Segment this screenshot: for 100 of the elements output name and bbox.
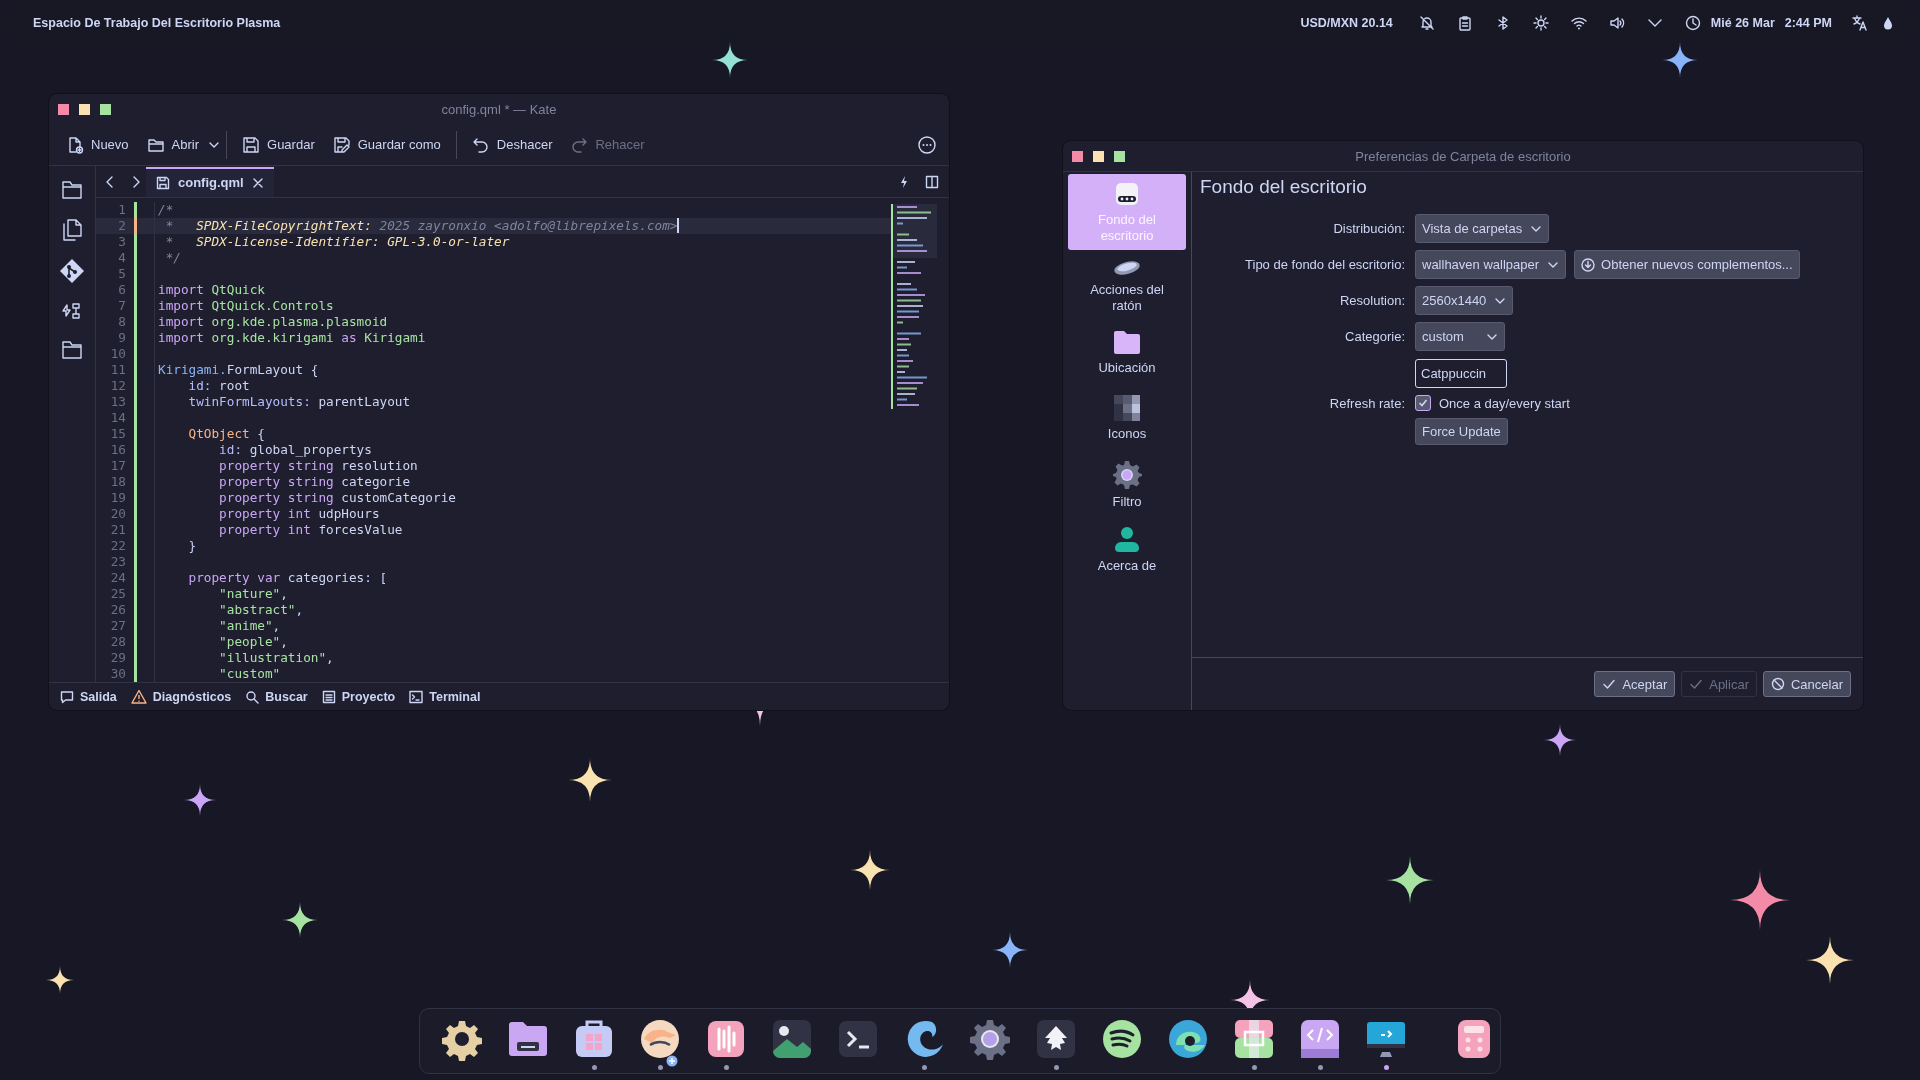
code-line: property int udpHours xyxy=(218,506,380,522)
brightness-icon[interactable] xyxy=(1532,14,1549,31)
text-field[interactable]: Catppuccin xyxy=(1415,359,1507,388)
checkbox-label: Once a day/every start xyxy=(1439,395,1570,411)
dropdown[interactable]: Vista de carpetas xyxy=(1415,214,1550,243)
translate-icon[interactable] xyxy=(1852,14,1868,31)
code-line: * SPDX-License-Identifier: GPL-3.0-or-later xyxy=(164,234,510,250)
dropdown[interactable]: custom xyxy=(1415,322,1505,351)
editor-tab[interactable]: config.qml xyxy=(146,166,274,197)
ink-app-icon[interactable] xyxy=(1034,1017,1078,1061)
grid-icon xyxy=(1113,394,1141,422)
line-number: 27 xyxy=(109,618,126,634)
code-line: id: root xyxy=(187,378,250,394)
person-icon xyxy=(1113,526,1141,554)
code-line: "nature", xyxy=(218,586,288,602)
panel-tab[interactable]: Buscar xyxy=(240,689,313,704)
panel-tab[interactable]: Proyecto xyxy=(316,689,401,704)
more-icon[interactable] xyxy=(917,134,937,155)
currency-rate: USD/MXN 20.14 xyxy=(1300,15,1393,30)
line-number: 28 xyxy=(109,634,126,650)
new-file-icon xyxy=(66,135,84,154)
code-icon[interactable] xyxy=(1298,1017,1342,1061)
documents-icon[interactable] xyxy=(60,218,84,242)
field-label: Tipo de fondo del escritorio: xyxy=(1244,257,1405,272)
plus-badge-icon xyxy=(666,1055,678,1067)
line-number: 18 xyxy=(109,474,126,490)
line-number: 11 xyxy=(109,362,126,378)
force-update-button[interactable]: Force Update xyxy=(1415,418,1508,445)
line-number: 26 xyxy=(109,602,126,618)
code-line: * SPDX-FileCopyrightText: 2025 zayronxio <adolfo@librepixels.com> xyxy=(164,218,678,234)
volume-icon[interactable] xyxy=(1608,14,1625,31)
settings-icon[interactable] xyxy=(968,1017,1012,1061)
text-cursor xyxy=(677,218,679,233)
checkbox[interactable] xyxy=(1415,395,1431,411)
code-line: /* xyxy=(158,202,174,218)
filter-gear-icon xyxy=(1112,460,1142,490)
panel-tab[interactable]: Terminal xyxy=(404,689,486,704)
toolbar-button[interactable]: Nuevo xyxy=(57,129,138,160)
close-icon[interactable] xyxy=(251,176,264,189)
split-view-icon[interactable] xyxy=(925,174,939,189)
code-line: id: global_propertys xyxy=(218,442,372,458)
clipboard-icon[interactable] xyxy=(1456,14,1473,31)
line-number: 22 xyxy=(109,538,126,554)
sidebar-item[interactable]: Acciones del ratón xyxy=(1068,252,1186,320)
code-line: "abstract", xyxy=(218,602,304,618)
folder-icon[interactable] xyxy=(60,338,84,362)
code-line: import org.kde.plasma.plasmoid xyxy=(158,314,388,330)
toolbar-button[interactable]: Guardar xyxy=(233,129,324,160)
dropdown[interactable]: 2560x1440 xyxy=(1415,286,1514,315)
code-line: import QtQuick xyxy=(158,282,265,298)
line-number: 19 xyxy=(109,490,126,506)
field-label: Categorie: xyxy=(1344,329,1405,344)
date-label: Mié 26 Mar xyxy=(1710,15,1775,30)
sidebar-item[interactable]: Ubicación xyxy=(1068,322,1186,386)
toolbar-button[interactable]: Deshacer xyxy=(462,129,562,160)
save-icon xyxy=(156,175,170,190)
panel-tab[interactable]: Diagnósticos xyxy=(125,688,237,705)
clock-icon[interactable] xyxy=(1684,14,1701,31)
bell-icon[interactable] xyxy=(1418,14,1435,31)
code-line: import org.kde.kirigami as Kirigami xyxy=(158,330,426,346)
panel-tab[interactable]: Salida xyxy=(55,689,122,704)
line-number: 30 xyxy=(109,666,126,682)
dialog-button[interactable]: Cancelar xyxy=(1762,671,1851,697)
structure-icon[interactable] xyxy=(61,300,83,322)
code-line: */ xyxy=(164,250,181,266)
check-icon xyxy=(1418,398,1428,408)
toolbar-button[interactable]: Guardar como xyxy=(323,129,450,160)
code-line: "illustration", xyxy=(218,650,334,666)
dropdown[interactable]: wallhaven wallpaper xyxy=(1415,250,1567,279)
save-as-icon xyxy=(332,135,351,154)
sound-waves-icon[interactable] xyxy=(1100,1017,1144,1061)
code-line: property int forcesValue xyxy=(218,522,403,538)
get-new-button[interactable]: Obtener nuevos complementos... xyxy=(1574,250,1800,279)
line-number: 23 xyxy=(109,554,126,570)
sidebar-item[interactable]: Iconos xyxy=(1068,388,1186,452)
line-number: 3 xyxy=(117,234,126,250)
line-number: 13 xyxy=(109,394,126,410)
drive-icon xyxy=(1113,180,1141,208)
round-app-icon[interactable] xyxy=(638,1017,682,1061)
clock-time: 2:44 PM xyxy=(1784,15,1832,30)
window-grid-icon[interactable] xyxy=(1232,1017,1276,1061)
code-line: "custom" xyxy=(218,666,281,682)
toolbar-button[interactable]: Abrir xyxy=(137,129,209,160)
field-label: Distribución: xyxy=(1332,221,1405,236)
sidebar-item[interactable]: Acerca de xyxy=(1068,520,1186,584)
code-line: QtObject { xyxy=(187,426,265,442)
line-number: 10 xyxy=(109,346,126,362)
sidebar-item[interactable]: Filtro xyxy=(1068,454,1186,518)
folder-icon[interactable] xyxy=(60,178,84,202)
image-icon[interactable] xyxy=(770,1017,814,1061)
download-icon xyxy=(1581,257,1596,272)
code-line: "anime", xyxy=(218,618,281,634)
code-line: twinFormLayouts: parentLayout xyxy=(187,394,411,410)
dialog-button[interactable]: Aceptar xyxy=(1594,671,1676,697)
terminal-icon xyxy=(409,689,424,704)
line-number: 20 xyxy=(109,506,126,522)
field-label: Resolution: xyxy=(1338,293,1405,308)
window-title: config.qml * — Kate xyxy=(441,101,557,117)
git-icon[interactable] xyxy=(59,258,85,284)
swirl-icon[interactable] xyxy=(1166,1017,1210,1061)
